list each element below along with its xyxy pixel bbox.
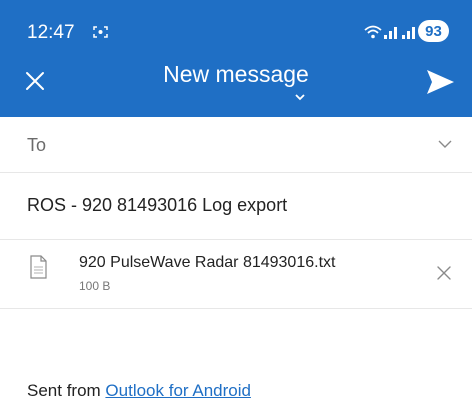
chevron-down-icon[interactable] (436, 137, 454, 151)
file-icon (30, 255, 47, 279)
attachment-name: 920 PulseWave Radar 81493016.txt (79, 254, 336, 271)
compose-header: 12:47 93 New message (0, 0, 472, 117)
message-body[interactable]: Sent from Outlook for Android (27, 381, 251, 401)
signal-icon (402, 27, 415, 39)
subject-field[interactable]: ROS - 920 81493016 Log export (0, 173, 472, 240)
signature-text: Sent from (27, 381, 106, 400)
wifi-icon (364, 25, 382, 39)
to-label: To (27, 135, 47, 155)
battery-indicator: 93 (418, 20, 449, 42)
attachment-item[interactable]: 920 PulseWave Radar 81493016.txt 100 B (0, 240, 472, 309)
screen-record-icon (93, 26, 108, 38)
send-button[interactable] (424, 67, 456, 97)
remove-attachment-button[interactable] (435, 264, 453, 282)
signature-link[interactable]: Outlook for Android (105, 381, 251, 400)
page-title: New message (163, 61, 309, 87)
chevron-down-icon[interactable] (293, 92, 307, 102)
attachment-size: 100 B (79, 279, 111, 293)
status-time: 12:47 (27, 22, 75, 43)
signal-icon (384, 27, 397, 39)
subject-input[interactable]: ROS - 920 81493016 Log export (27, 195, 287, 216)
status-bar: 12:47 93 (0, 0, 472, 44)
to-field[interactable]: To (0, 117, 472, 173)
